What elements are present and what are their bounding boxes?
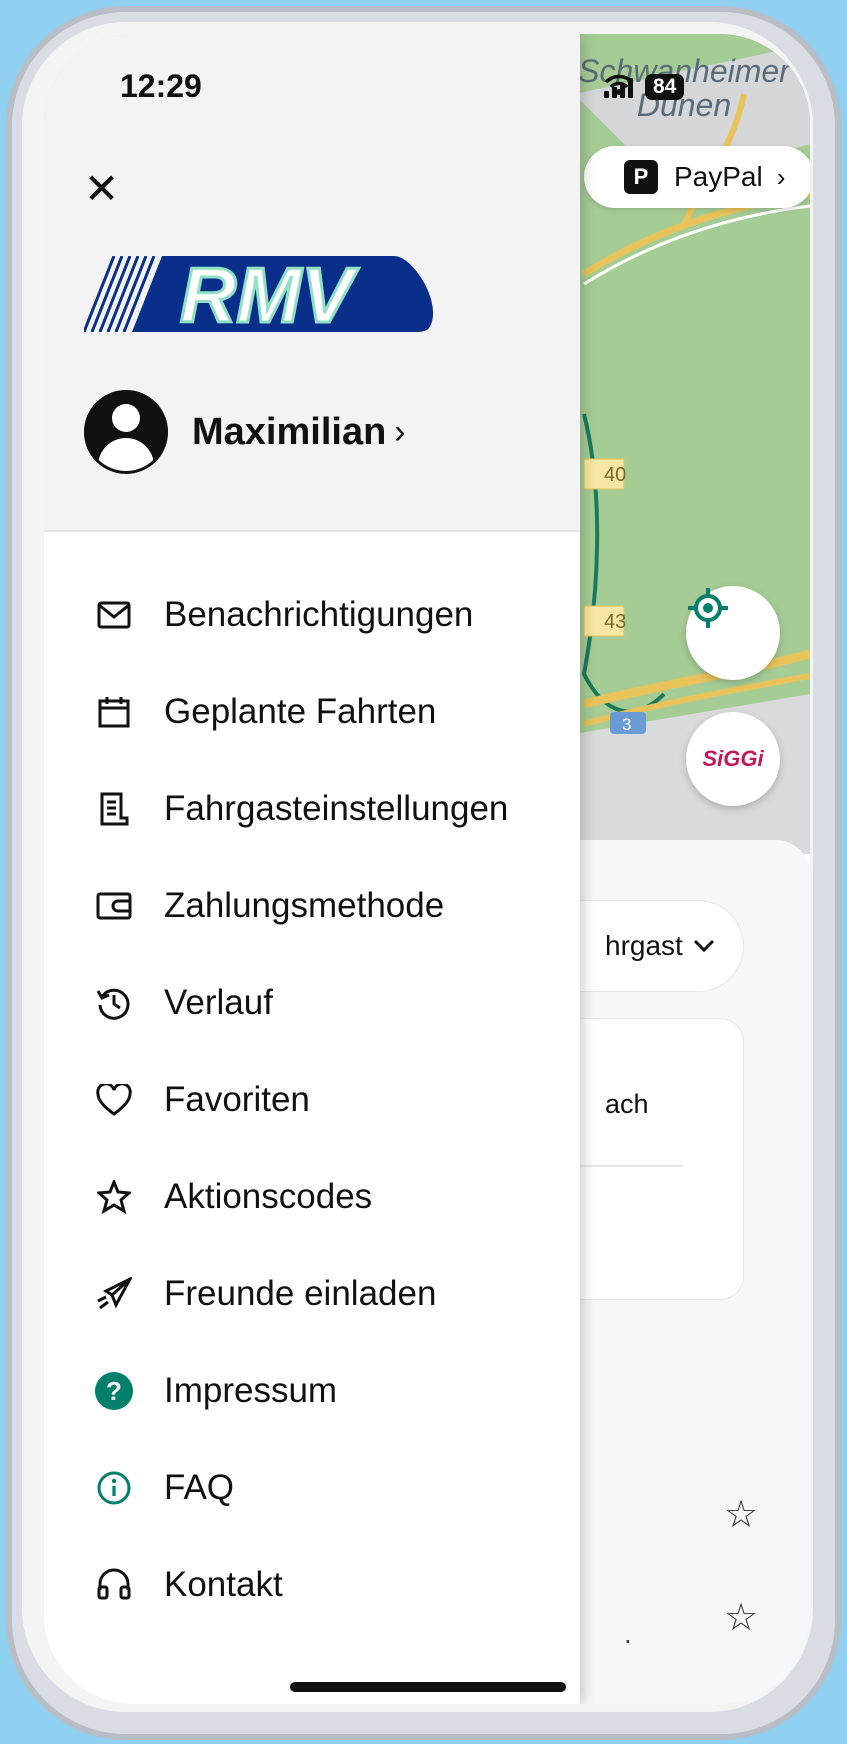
mail-icon (94, 595, 134, 635)
document-icon (94, 789, 134, 829)
road-label-40: 40 (604, 464, 626, 486)
chevron-right-icon: › (776, 161, 786, 192)
logo-text: RMV (180, 256, 359, 332)
menu-item-kontakt[interactable]: Kontakt (44, 1536, 580, 1633)
menu-item-favoriten[interactable]: Favoriten (44, 1051, 580, 1148)
menu-item-benachrichtigungen[interactable]: Benachrichtigungen (44, 566, 580, 663)
rmv-logo: RMV (84, 256, 434, 332)
battery-indicator: 84 (645, 74, 685, 100)
locate-me-button[interactable] (686, 586, 780, 680)
info-icon (94, 1468, 134, 1508)
menu-item-geplante-fahrten[interactable]: Geplante Fahrten (44, 663, 580, 760)
home-indicator[interactable] (290, 1682, 566, 1692)
calendar-icon (94, 692, 134, 732)
side-drawer: 12:29 ✕ RMV Maximilian › Benachrichtigun… (44, 34, 580, 1704)
menu-item-verlauf[interactable]: Verlauf (44, 954, 580, 1051)
siggi-logo: SiGGi (702, 746, 764, 771)
road-label-3: 3 (622, 715, 631, 734)
menu-item-fahrgasteinstellungen[interactable]: Fahrgasteinstellungen (44, 760, 580, 857)
menu-item-zahlungsmethode[interactable]: Zahlungsmethode (44, 857, 580, 954)
drawer-header: 12:29 ✕ RMV Maximilian › (44, 34, 580, 532)
avatar (84, 390, 168, 474)
crosshair-icon (688, 588, 728, 628)
star-icon[interactable]: ☆ (724, 1595, 758, 1640)
headset-icon (94, 1565, 134, 1605)
user-name: Maximilian (192, 410, 387, 453)
help-icon: ? (94, 1371, 134, 1411)
star-icon[interactable]: ☆ (724, 1492, 758, 1537)
close-icon[interactable]: ✕ (84, 164, 119, 213)
chevron-down-icon (693, 939, 715, 953)
send-icon (94, 1274, 134, 1314)
wifi-icon (604, 74, 634, 95)
history-icon (94, 983, 134, 1023)
menu-item-faq[interactable]: FAQ (44, 1439, 580, 1536)
heart-icon (94, 1080, 134, 1120)
list-item-text: . (624, 1618, 632, 1649)
wallet-icon (94, 886, 134, 926)
status-time: 12:29 (120, 68, 202, 104)
menu-item-impressum[interactable]: ? Impressum (44, 1342, 580, 1439)
menu-item-aktionscodes[interactable]: Aktionscodes (44, 1148, 580, 1245)
profile-link[interactable]: Maximilian › (84, 390, 406, 474)
chevron-right-icon: › (394, 412, 406, 451)
menu-item-freunde-einladen[interactable]: Freunde einladen (44, 1245, 580, 1342)
svg-text:?: ? (106, 1376, 122, 1406)
route-to-field[interactable]: ach (605, 1089, 649, 1120)
road-label-43: 43 (604, 611, 626, 633)
payment-method-pill[interactable]: P PayPal › (584, 146, 810, 208)
payment-method-label: PayPal (674, 161, 763, 192)
passenger-select-label: hrgast (605, 930, 683, 961)
screen: 40 43 3 Schwanheimer Dünen 84 P PayPal › (44, 34, 810, 1704)
drawer-menu: Benachrichtigungen Geplante Fahrten Fahr… (44, 566, 580, 1633)
badge-icon (94, 1177, 134, 1217)
siggi-button[interactable]: SiGGi (686, 712, 780, 806)
status-icons: 84 (604, 74, 685, 100)
paypal-icon: P (624, 160, 658, 194)
